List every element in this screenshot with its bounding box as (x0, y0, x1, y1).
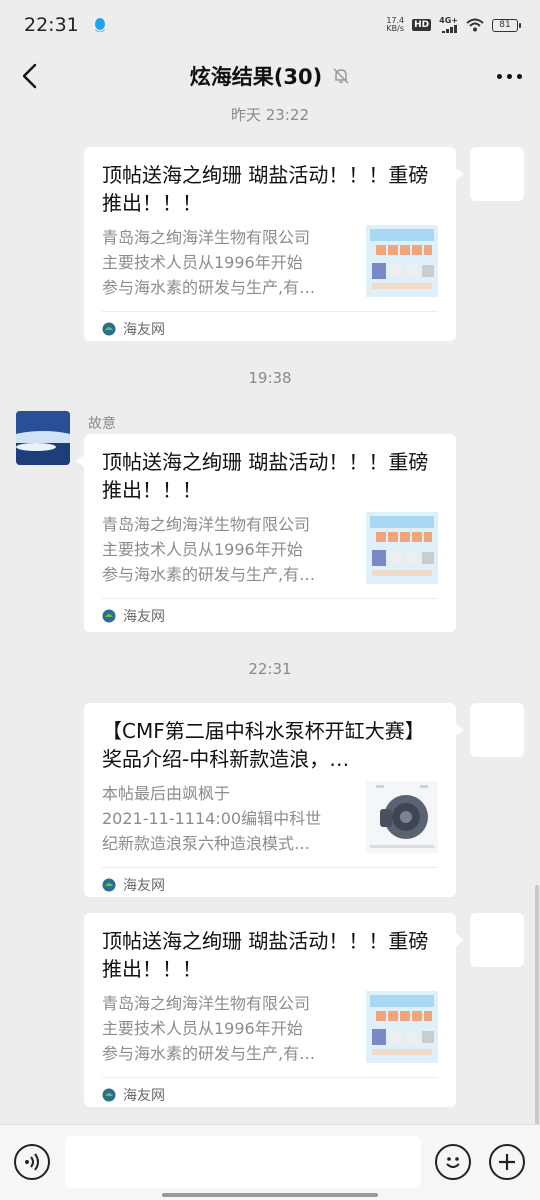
message-input[interactable] (65, 1136, 421, 1188)
emoji-icon (446, 1157, 460, 1168)
wifi-icon (466, 18, 484, 32)
card-source: 海友网 (102, 598, 438, 632)
more-dots-icon (496, 73, 502, 79)
haiyou-logo-icon (102, 322, 116, 335)
card-thumbnail (366, 512, 438, 584)
more-button[interactable] (492, 62, 526, 90)
card-description: 青岛海之绚海洋生物有限公司 主要技术人员从1996年开始 参与海水素的研发与生产… (102, 228, 316, 297)
self-avatar[interactable] (470, 703, 524, 757)
message-timestamp: 昨天 23:22 (231, 106, 309, 124)
haiyou-logo-icon (102, 1088, 116, 1101)
message-timestamp: 19:38 (248, 369, 292, 387)
signal-indicator: 4G+ (439, 17, 458, 33)
card-thumbnail (366, 225, 438, 297)
link-card[interactable]: 【CMF第二届中科水泵杯开缸大赛】奖品介绍-中科新款造浪，… 本帖最后由飒枫于 … (84, 703, 464, 897)
card-thumbnail (366, 781, 438, 853)
voice-button[interactable] (14, 1144, 50, 1180)
haiyou-logo-icon (102, 878, 116, 891)
back-button[interactable] (14, 60, 44, 92)
card-source: 海友网 (102, 1077, 438, 1111)
message-timestamp: 22:31 (248, 660, 292, 678)
self-avatar[interactable] (470, 147, 524, 201)
plus-icon (499, 1154, 515, 1170)
qq-icon (94, 18, 105, 32)
net-speed: 17.4 KB/s (386, 16, 405, 33)
card-source: 海友网 (102, 311, 438, 345)
battery-indicator: 81 (492, 18, 521, 32)
card-description: 青岛海之绚海洋生物有限公司 主要技术人员从1996年开始 参与海水素的研发与生产… (102, 994, 316, 1063)
emoji-button[interactable] (435, 1144, 471, 1180)
scrollbar[interactable] (535, 885, 539, 1125)
chat-header: 炫海结果(30) (0, 50, 540, 102)
status-time: 22:31 (24, 14, 79, 36)
card-description: 青岛海之绚海洋生物有限公司 主要技术人员从1996年开始 参与海水素的研发与生产… (102, 515, 316, 584)
card-description: 本帖最后由飒枫于 2021-11-1114:00编辑中科世 纪新款造浪泵六种造浪… (102, 784, 322, 853)
card-thumbnail (366, 991, 438, 1063)
link-card[interactable]: 顶帖送海之绚珊 瑚盐活动！！！重磅推出！！！ 青岛海之绚海洋生物有限公司 主要技… (76, 434, 456, 632)
haiyou-logo-icon (102, 609, 116, 622)
sender-name: 故意 (88, 416, 116, 432)
voice-icon (25, 1153, 39, 1171)
chevron-left-icon (22, 63, 37, 89)
card-source: 海友网 (102, 867, 438, 901)
self-avatar[interactable] (470, 913, 524, 967)
card-title: 顶帖送海之绚珊 瑚盐活动！！！重磅推出！！！ (102, 929, 429, 981)
home-indicator[interactable] (162, 1193, 378, 1197)
card-title: 顶帖送海之绚珊 瑚盐活动！！！重磅推出！！！ (102, 163, 429, 215)
link-card[interactable]: 顶帖送海之绚珊 瑚盐活动！！！重磅推出！！！ 青岛海之绚海洋生物有限公司 主要技… (84, 913, 464, 1107)
bell-off-icon (333, 68, 349, 84)
link-card[interactable]: 顶帖送海之绚珊 瑚盐活动！！！重磅推出！！！ 青岛海之绚海洋生物有限公司 主要技… (84, 147, 464, 341)
plus-button[interactable] (489, 1144, 525, 1180)
avatar-image (16, 411, 70, 465)
chat-title: 炫海结果(30) (189, 65, 323, 89)
hd-badge: HD (412, 19, 432, 31)
card-title: 顶帖送海之绚珊 瑚盐活动！！！重磅推出！！！ (102, 450, 429, 502)
card-title: 【CMF第二届中科水泵杯开缸大赛】奖品介绍-中科新款造浪，… (102, 719, 425, 771)
input-bar (0, 1124, 540, 1200)
status-bar: 22:31 17.4 KB/s HD 4G+ 81 (0, 0, 540, 50)
avatar[interactable] (16, 411, 70, 465)
